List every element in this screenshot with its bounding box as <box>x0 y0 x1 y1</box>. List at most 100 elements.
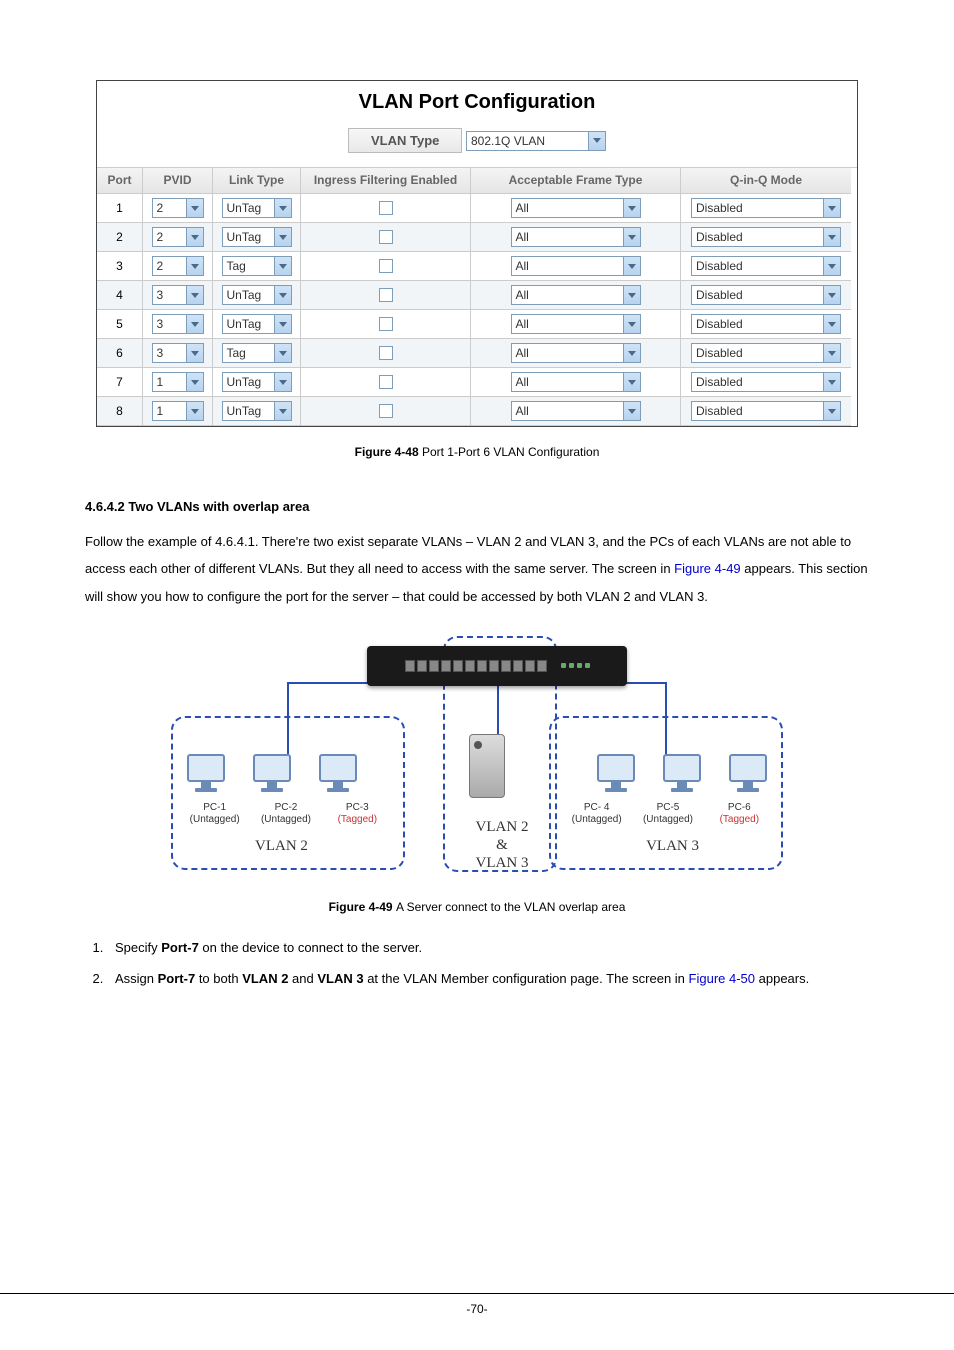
chevron-down-icon <box>623 257 640 275</box>
chevron-down-icon <box>823 344 840 362</box>
vlan-type-select[interactable]: 802.1Q VLAN <box>466 131 606 151</box>
dropdown[interactable]: All <box>511 372 641 392</box>
vlan-overlap-label: VLAN 2 & VLAN 3 <box>467 818 537 872</box>
dropdown-value: All <box>516 375 529 389</box>
linktype-cell: UnTag <box>213 397 301 426</box>
vlan2-label: VLAN 2 <box>255 838 308 855</box>
dropdown-value: All <box>516 201 529 215</box>
port-cell: 6 <box>97 339 143 368</box>
chevron-down-icon <box>823 257 840 275</box>
dropdown-value: UnTag <box>227 201 262 215</box>
dropdown[interactable]: UnTag <box>222 285 292 305</box>
qinq-cell: Disabled <box>681 194 851 223</box>
dropdown[interactable]: 2 <box>152 256 204 276</box>
dropdown[interactable]: 2 <box>152 198 204 218</box>
dropdown-value: 1 <box>157 375 164 389</box>
dropdown[interactable]: UnTag <box>222 198 292 218</box>
chevron-down-icon <box>623 402 640 420</box>
chevron-down-icon <box>823 373 840 391</box>
figure-link-4-49[interactable]: Figure 4-49 <box>674 561 740 576</box>
dropdown-value: UnTag <box>227 375 262 389</box>
dropdown[interactable]: Disabled <box>691 198 841 218</box>
vlan-type-row: VLAN Type 802.1Q VLAN <box>97 120 857 167</box>
aft-cell: All <box>471 194 681 223</box>
dropdown[interactable]: Disabled <box>691 401 841 421</box>
dropdown[interactable]: All <box>511 343 641 363</box>
port-cell: 1 <box>97 194 143 223</box>
linktype-cell: UnTag <box>213 223 301 252</box>
pvid-cell: 2 <box>143 252 213 281</box>
dropdown-value: Disabled <box>696 201 743 215</box>
ingress-checkbox[interactable] <box>379 201 393 215</box>
ingress-cell <box>301 310 471 339</box>
dropdown[interactable]: Disabled <box>691 256 841 276</box>
dropdown[interactable]: 3 <box>152 314 204 334</box>
dropdown[interactable]: Disabled <box>691 227 841 247</box>
aft-cell: All <box>471 281 681 310</box>
ingress-checkbox[interactable] <box>379 375 393 389</box>
pvid-cell: 1 <box>143 368 213 397</box>
dropdown[interactable]: UnTag <box>222 227 292 247</box>
chevron-down-icon <box>623 315 640 333</box>
ingress-cell <box>301 339 471 368</box>
chevron-down-icon <box>186 257 203 275</box>
pc-label: PC- 4(Untagged) <box>564 802 630 826</box>
right-uplink-line <box>665 682 667 754</box>
dropdown[interactable]: All <box>511 256 641 276</box>
dropdown[interactable]: UnTag <box>222 401 292 421</box>
chevron-down-icon <box>823 199 840 217</box>
dropdown[interactable]: All <box>511 285 641 305</box>
pc-icon <box>319 754 357 792</box>
ingress-checkbox[interactable] <box>379 259 393 273</box>
ingress-checkbox[interactable] <box>379 346 393 360</box>
dropdown[interactable]: UnTag <box>222 372 292 392</box>
chevron-down-icon <box>274 315 291 333</box>
dropdown[interactable]: Tag <box>222 256 292 276</box>
table-header: Q-in-Q Mode <box>681 168 851 194</box>
ingress-cell <box>301 368 471 397</box>
linktype-cell: Tag <box>213 339 301 368</box>
dropdown-value: Disabled <box>696 346 743 360</box>
dropdown[interactable]: UnTag <box>222 314 292 334</box>
port-cell: 4 <box>97 281 143 310</box>
dropdown[interactable]: Disabled <box>691 285 841 305</box>
dropdown[interactable]: 3 <box>152 285 204 305</box>
dropdown[interactable]: All <box>511 227 641 247</box>
dropdown[interactable]: Disabled <box>691 314 841 334</box>
ingress-checkbox[interactable] <box>379 288 393 302</box>
figure-link-4-50[interactable]: Figure 4-50 <box>689 971 755 986</box>
chevron-down-icon <box>186 402 203 420</box>
ingress-cell <box>301 223 471 252</box>
dropdown[interactable]: All <box>511 314 641 334</box>
ingress-checkbox[interactable] <box>379 230 393 244</box>
dropdown[interactable]: All <box>511 198 641 218</box>
ingress-checkbox[interactable] <box>379 317 393 331</box>
dropdown[interactable]: 1 <box>152 401 204 421</box>
dropdown[interactable]: All <box>511 401 641 421</box>
pc-icon <box>187 754 225 792</box>
dropdown[interactable]: 3 <box>152 343 204 363</box>
chevron-down-icon <box>274 286 291 304</box>
pc-label: PC-1(Untagged) <box>182 802 248 826</box>
pc-icon <box>597 754 635 792</box>
dropdown[interactable]: Disabled <box>691 343 841 363</box>
chevron-down-icon <box>623 286 640 304</box>
dropdown-value: UnTag <box>227 230 262 244</box>
table-header: Port <box>97 168 143 194</box>
vlan-type-label: VLAN Type <box>348 128 462 153</box>
linktype-cell: UnTag <box>213 194 301 223</box>
dropdown[interactable]: Disabled <box>691 372 841 392</box>
pc-labels-right: PC- 4(Untagged)PC-5(Untagged)PC-6(Tagged… <box>561 802 775 826</box>
dropdown[interactable]: 1 <box>152 372 204 392</box>
pc-row-left <box>187 754 357 792</box>
pvid-cell: 1 <box>143 397 213 426</box>
chevron-down-icon <box>623 228 640 246</box>
chevron-down-icon <box>623 199 640 217</box>
ingress-checkbox[interactable] <box>379 404 393 418</box>
dropdown-value: All <box>516 259 529 273</box>
intro-paragraph: Follow the example of 4.6.4.1. There're … <box>85 528 869 610</box>
dropdown-value: All <box>516 230 529 244</box>
dropdown[interactable]: 2 <box>152 227 204 247</box>
aft-cell: All <box>471 310 681 339</box>
dropdown[interactable]: Tag <box>222 343 292 363</box>
